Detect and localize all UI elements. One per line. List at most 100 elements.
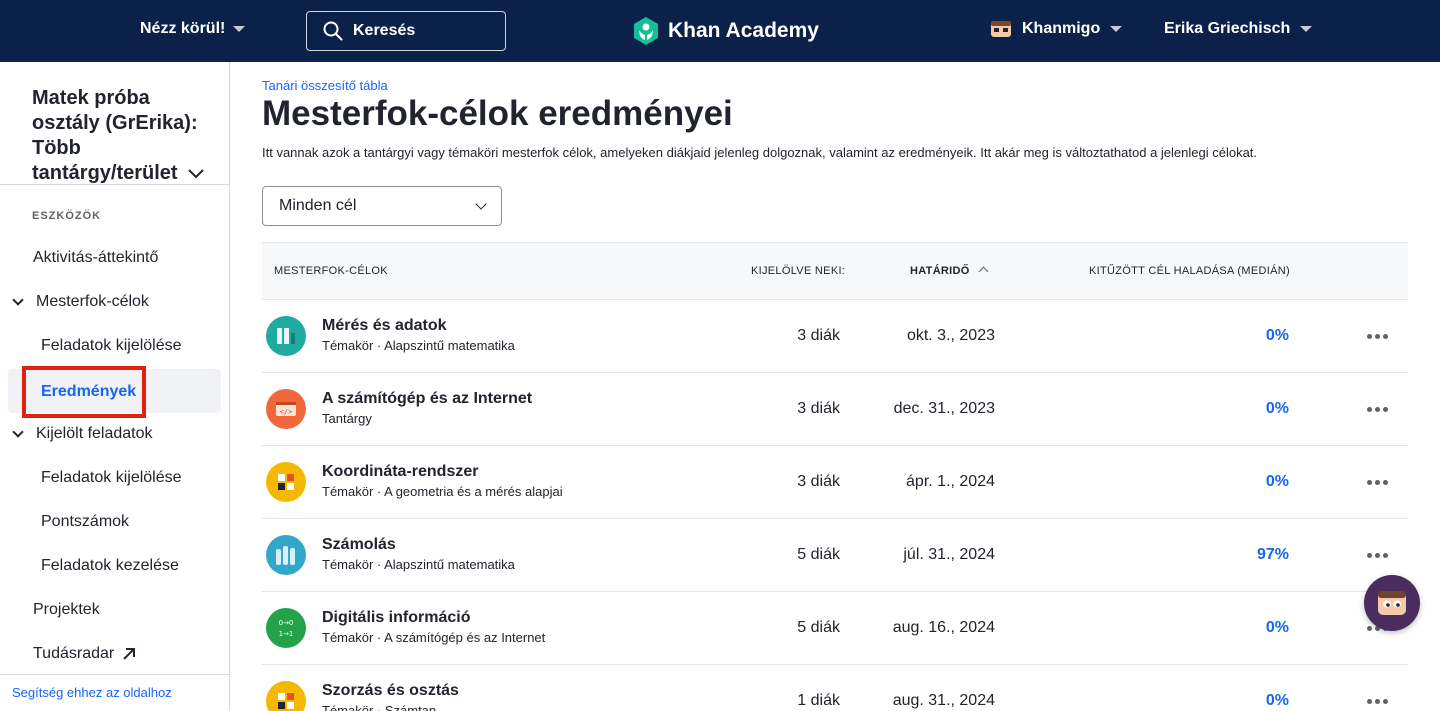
progress-value[interactable]: 0% [1266,400,1289,418]
sidebar: Matek próba osztály (GrErika): Több tant… [0,62,230,711]
calculator-icon [266,462,306,502]
chevron-down-icon [12,426,24,438]
help-link[interactable]: Segítség ehhez az oldalhoz [12,685,172,700]
assigned-students: 3 diák [797,327,840,344]
assigned-students: 3 diák [797,473,840,490]
goal-name[interactable]: Szorzás és osztás [322,682,459,700]
sidebar-item-assign-tasks[interactable]: Feladatok kijelölése [41,469,182,487]
goal-subtitle: Témakör · A geometria és a mérés alapjai [322,484,563,499]
more-options-icon[interactable] [1367,399,1388,419]
chevron-down-icon [475,198,487,210]
sidebar-item-results[interactable]: Eredmények [22,366,146,418]
search-placeholder: Keresés [353,22,416,39]
progress-value[interactable]: 0% [1266,619,1289,637]
svg-text:1→1: 1→1 [279,630,294,638]
due-date: ápr. 1., 2024 [906,473,995,490]
assigned-students: 1 diák [797,692,840,709]
calculator-icon [266,681,306,711]
divider [0,674,229,675]
goal-filter-dropdown[interactable]: Minden cél [262,186,502,226]
assigned-students: 5 diák [797,546,840,563]
sidebar-item-scores[interactable]: Pontszámok [41,513,129,531]
progress-value[interactable]: 0% [1266,327,1289,345]
khanmigo-menu-button[interactable]: Khanmigo [990,20,1123,38]
table-row[interactable]: Szorzás és osztás Témakör · Számtan 1 di… [262,665,1408,711]
column-header-due-label: HATÁRIDŐ [910,265,970,277]
goal-name[interactable]: A számítógép és az Internet [322,390,532,408]
sidebar-item-label: Feladatok kezelése [41,557,179,574]
khanmigo-label: Khanmigo [1022,20,1101,37]
sidebar-item-knowledge-radar[interactable]: Tudásradar [33,645,136,663]
table-header: MESTERFOK-CÉLOK KIJELÖLVE NEKI: HATÁRIDŐ… [262,242,1408,300]
due-date: aug. 16., 2024 [892,619,995,636]
svg-text:0→0: 0→0 [279,619,294,627]
sidebar-item-projects[interactable]: Projektek [33,601,100,619]
explore-menu-button[interactable]: Nézz körül! [140,20,246,38]
chevron-down-icon [12,294,24,306]
khanmigo-face-icon [1378,591,1406,615]
goal-name[interactable]: Koordináta-rendszer [322,463,478,481]
table-row[interactable]: Mérés és adatok Témakör · Alapszintű mat… [262,300,1408,373]
column-header-due[interactable]: HATÁRIDŐ [910,265,989,277]
more-options-icon[interactable] [1367,545,1388,565]
divider [0,184,229,185]
table-row[interactable]: Koordináta-rendszer Témakör · A geometri… [262,446,1408,519]
more-options-icon[interactable] [1367,691,1388,711]
sidebar-item-assignments[interactable]: Kijelölt feladatok [12,425,153,443]
page-title: Mesterfok-célok eredményei [262,94,733,133]
goal-name[interactable]: Számolás [322,536,396,554]
sidebar-item-manage-tasks[interactable]: Feladatok kezelése [41,557,179,575]
due-date: aug. 31., 2024 [892,692,995,709]
goal-subtitle: Tantárgy [322,411,372,426]
top-navigation-bar: Nézz körül! Keresés Khan Academy Khanmig… [0,0,1440,62]
progress-value[interactable]: 97% [1257,546,1289,564]
goal-subtitle: Témakör · Alapszintű matematika [322,557,515,572]
sidebar-item-activity-overview[interactable]: Aktivitás-áttekintő [33,249,158,267]
sidebar-item-mastery-goals[interactable]: Mesterfok-célok [12,293,149,311]
search-icon [323,21,343,41]
logo-text: Khan Academy [668,19,819,42]
more-options-icon[interactable] [1367,472,1388,492]
chevron-down-icon [188,169,204,179]
table-row[interactable]: </> A számítógép és az Internet Tantárgy… [262,373,1408,446]
column-header-assigned: KIJELÖLVE NEKI: [751,265,846,277]
table-row[interactable]: 0→0 1→1 Digitális információ Témakör · A … [262,592,1408,665]
user-name: Erika Griechisch [1164,20,1291,37]
class-title: Matek próba osztály (GrErika): Több tant… [32,87,198,184]
khan-academy-logo[interactable]: Khan Academy [632,16,819,46]
sort-ascending-icon [978,266,989,277]
search-input[interactable]: Keresés [306,11,506,51]
page-description: Itt vannak azok a tantárgyi vagy témakör… [262,145,1258,160]
goal-subtitle: Témakör · A számítógép és az Internet [322,630,546,645]
caret-down-icon [1300,26,1313,32]
due-date: dec. 31., 2023 [893,400,995,417]
sidebar-item-assign-mastery[interactable]: Feladatok kijelölése [41,337,182,355]
sidebar-item-label: Eredmények [41,383,137,400]
due-date: okt. 3., 2023 [906,327,995,344]
caret-down-icon [233,26,246,32]
more-options-icon[interactable] [1367,326,1388,346]
explore-label: Nézz körül! [140,20,226,37]
binary-icon: 0→0 1→1 [266,608,306,648]
khanmigo-chat-button[interactable] [1364,575,1420,631]
due-date: júl. 31., 2024 [903,546,995,563]
main-content: Tanári összesítő tábla Mesterfok-célok e… [262,62,1408,711]
column-header-goals: MESTERFOK-CÉLOK [274,265,388,277]
sidebar-item-label: Mesterfok-célok [36,293,149,310]
goal-name[interactable]: Mérés és adatok [322,317,447,335]
goal-name[interactable]: Digitális információ [322,609,470,627]
sidebar-item-label: Kijelölt feladatok [36,425,153,442]
progress-value[interactable]: 0% [1266,473,1289,491]
sidebar-item-label: Pontszámok [41,513,130,530]
user-menu-button[interactable]: Erika Griechisch [1164,20,1313,38]
table-row[interactable]: Számolás Témakör · Alapszintű matematika… [262,519,1408,592]
section-label-tools: ESZKÖZÖK [32,210,102,222]
bar-chart-icon [266,316,306,356]
progress-value[interactable]: 0% [1266,692,1289,710]
breadcrumb[interactable]: Tanári összesítő tábla [262,78,388,93]
assigned-students: 3 diák [797,400,840,417]
caret-down-icon [1110,26,1123,32]
assigned-students: 5 diák [797,619,840,636]
class-selector[interactable]: Matek próba osztály (GrErika): Több tant… [32,86,222,186]
sidebar-item-label: Tudásradar [33,645,115,662]
